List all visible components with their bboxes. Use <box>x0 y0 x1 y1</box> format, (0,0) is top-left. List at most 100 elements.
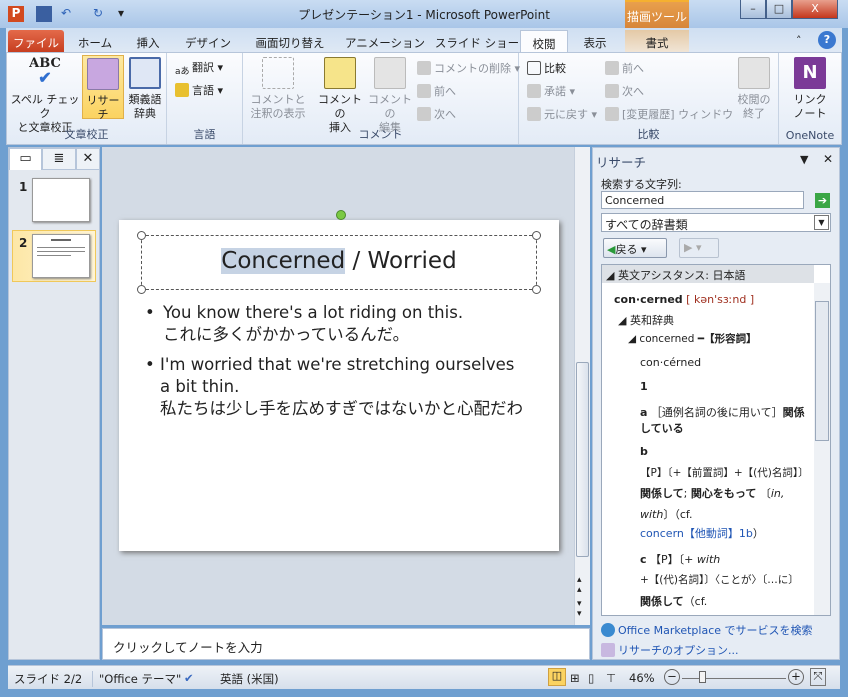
prev-slide-button[interactable]: ▴ ▴ <box>577 575 582 595</box>
group-onenote: N リンク ノート OneNote <box>779 53 841 144</box>
proofing-icon[interactable]: ✔ <box>184 671 194 685</box>
language-indicator[interactable]: 英語 (米国) <box>220 671 279 687</box>
bracket: ） <box>752 527 764 540</box>
rotate-handle[interactable] <box>336 210 346 220</box>
compare-button[interactable]: 比較 <box>527 60 566 76</box>
help-icon[interactable]: ? <box>818 31 836 49</box>
separator: ; <box>683 487 691 500</box>
normal-view-button[interactable]: ◫ <box>548 668 566 686</box>
source-select[interactable]: すべての辞書類 ▼ <box>601 213 831 232</box>
ribbon-tabs: ファイル ホーム 挿入 デザイン 画面切り替え アニメーション スライド ショー… <box>6 28 842 53</box>
edit-comment-button[interactable]: コメントの 編集 <box>365 57 415 135</box>
tab-insert[interactable]: 挿入 <box>128 30 168 53</box>
zoom-in-button[interactable]: + <box>788 669 804 685</box>
next-comment-button[interactable]: 次へ <box>417 106 456 122</box>
research-results: ◢ 英文アシスタンス: 日本語 con·cerned [ kən'sɜːnd ]… <box>601 264 831 616</box>
pane-options-icon[interactable]: ▼ <box>800 153 808 166</box>
minimize-ribbon-icon[interactable]: ˄ <box>796 34 802 47</box>
body-text[interactable]: • You know there's a lot riding on this. こ… <box>145 302 525 420</box>
reading-view-button[interactable]: ▯ <box>588 671 594 685</box>
zoom-level[interactable]: 46% <box>629 671 655 685</box>
slideshow-button[interactable]: ⊤ <box>606 671 616 685</box>
section-header[interactable]: ◢ 英文アシスタンス: 日本語 <box>602 265 814 283</box>
label: リサーチ <box>86 94 120 121</box>
title-placeholder[interactable]: Concerned / Worried <box>137 210 541 294</box>
spell-check-button[interactable]: ABC ✔ スペル チェック と文章校正 <box>9 57 81 135</box>
vertical-scrollbar[interactable]: ▴ ▴ ▾ ▾ <box>574 147 590 625</box>
tab-home[interactable]: ホーム <box>72 30 118 53</box>
fit-to-window-button[interactable]: ⤧ <box>810 668 826 686</box>
search-label: 検索する文字列: <box>601 178 682 191</box>
tab-format[interactable]: 書式 <box>625 30 689 53</box>
research-options-link[interactable]: リサーチのオプション... <box>601 642 739 658</box>
accept-button[interactable]: 承諾 ▾ <box>527 83 575 99</box>
tab-design[interactable]: デザイン <box>178 30 238 53</box>
maximize-button[interactable]: □ <box>766 0 792 19</box>
zoom-slider-track[interactable] <box>682 678 786 679</box>
next-slide-button[interactable]: ▾ ▾ <box>577 599 582 619</box>
reviewing-pane-button[interactable]: [変更履歴] ウィンドウ <box>605 106 733 122</box>
zoom-slider-thumb[interactable] <box>698 671 706 683</box>
research-button[interactable]: リサーチ <box>82 55 124 121</box>
chevron-down-icon[interactable]: ▼ <box>814 215 829 230</box>
scroll-thumb[interactable] <box>576 362 589 557</box>
preposition: in, <box>770 487 785 500</box>
next-icon <box>417 107 431 121</box>
show-markup-button[interactable]: コメントと 注釈の表示 <box>245 57 311 121</box>
cross-reference-link[interactable]: concern【他動詞】1b <box>640 527 753 540</box>
theme-name[interactable]: "Office テーマ" <box>92 671 181 687</box>
section-title: 英文アシスタンス: 日本語 <box>617 269 746 282</box>
show-markup-icon <box>262 57 294 89</box>
previous-comment-button[interactable]: 前へ <box>417 83 456 99</box>
slide-canvas[interactable]: Concerned / Worried • You know there's a … <box>119 210 559 551</box>
close-pane-icon[interactable]: ✕ <box>823 152 833 166</box>
meaning: している <box>640 422 684 435</box>
label: 翻訳 <box>192 61 214 74</box>
label: スペル チェック <box>10 93 80 120</box>
delete-comment-button[interactable]: コメントの削除 ▾ <box>417 60 520 76</box>
close-button[interactable]: X <box>792 0 838 19</box>
start-search-button[interactable]: ➔ <box>815 193 830 208</box>
previous-change-button[interactable]: 前へ <box>605 60 644 76</box>
bullet-ja: これに多くがかかっているんだ。 <box>163 325 410 344</box>
thesaurus-icon <box>129 57 161 89</box>
language-button[interactable]: 言語 ▾ <box>175 82 223 98</box>
slide-thumbnail-1[interactable] <box>32 178 90 222</box>
group-compare: 比較 承諾 ▾ 元に戻す ▾ 前へ 次へ [変更履歴] ウィンドウ 校閲の 終了 … <box>519 53 779 144</box>
translate-button[interactable]: aあ 翻訳 ▾ <box>175 59 223 78</box>
label: 終了 <box>743 107 765 120</box>
slides-tab[interactable]: ▭ <box>9 148 42 170</box>
sense-letter: c <box>640 553 647 566</box>
dictionary-node[interactable]: ◢ 英和辞典 <box>618 312 674 328</box>
notes-input[interactable]: クリックしてノートを入力 <box>102 628 590 660</box>
scroll-thumb[interactable] <box>815 301 829 441</box>
zoom-out-button[interactable]: − <box>664 669 680 685</box>
tab-view[interactable]: 表示 <box>572 30 618 53</box>
reject-button[interactable]: 元に戻す ▾ <box>527 106 597 122</box>
outline-tab[interactable]: ≣ <box>42 148 76 170</box>
tab-file[interactable]: ファイル <box>8 30 64 53</box>
search-input[interactable]: Concerned <box>601 191 804 209</box>
linked-notes-button[interactable]: N リンク ノート <box>787 57 833 121</box>
marketplace-link[interactable]: Office Marketplace でサービスを検索 <box>601 622 813 638</box>
delete-comment-icon <box>417 61 431 75</box>
forward-button[interactable]: ▶ ▾ <box>679 238 719 258</box>
slide-sorter-button[interactable]: ⊞ <box>570 671 580 685</box>
spellcheck-icon: ABC ✔ <box>29 56 61 87</box>
entry-node[interactable]: ◢ concerned ━【形容詞】 <box>628 331 757 346</box>
tab-review[interactable]: 校閲 <box>520 30 568 53</box>
next-change-button[interactable]: 次へ <box>605 83 644 99</box>
close-panel-button[interactable]: ✕ <box>76 148 100 170</box>
tab-transitions[interactable]: 画面切り替え <box>248 30 332 53</box>
tab-slideshow[interactable]: スライド ショー <box>434 30 520 53</box>
new-comment-button[interactable]: コメントの 挿入 <box>315 57 365 135</box>
sense-letter: a <box>640 406 648 419</box>
tab-animations[interactable]: アニメーション <box>340 30 430 53</box>
thesaurus-button[interactable]: 類義語 辞典 <box>125 57 165 121</box>
slide-thumbnail-2[interactable] <box>32 234 90 278</box>
results-scrollbar[interactable] <box>814 283 830 615</box>
slides-panel: ▭ ≣ ✕ 1 2 <box>8 147 100 660</box>
back-button[interactable]: ◀戻る ▾ <box>603 238 667 258</box>
end-review-button[interactable]: 校閲の 終了 <box>733 57 775 121</box>
minimize-button[interactable]: – <box>740 0 766 19</box>
